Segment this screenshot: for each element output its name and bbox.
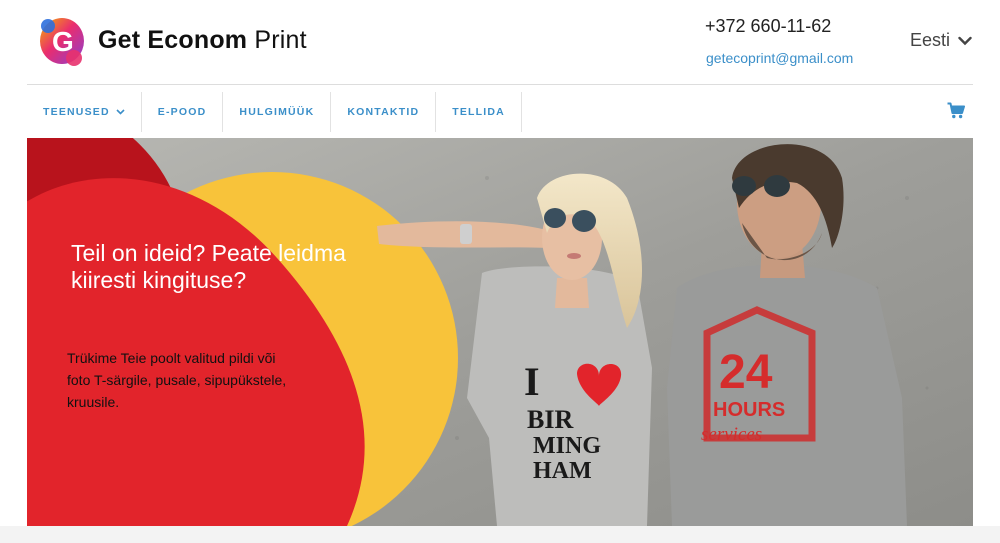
language-selector[interactable]: Eesti [910, 30, 972, 51]
brand-name-bold: Get Econom [98, 25, 248, 54]
nav-item-kontaktid[interactable]: KONTAKTID [331, 92, 437, 132]
nav-item-label: HULGIMÜÜK [239, 106, 315, 118]
main-nav: TEENUSED E-POOD HULGIMÜÜK KONTAKTID TELL… [27, 92, 973, 132]
nav-item-e-pood[interactable]: E-POOD [142, 92, 224, 132]
svg-text:HAM: HAM [533, 458, 592, 484]
language-label: Eesti [910, 30, 951, 50]
chevron-down-icon [958, 36, 972, 45]
hero-description: Trükime Teie poolt valitud pildi või fot… [67, 350, 287, 410]
svg-text:BIR: BIR [527, 405, 573, 434]
nav-item-teenused[interactable]: TEENUSED [27, 92, 142, 132]
nav-item-label: TEENUSED [43, 106, 110, 118]
brand-logo[interactable]: G Get Econom Print [38, 14, 307, 66]
nav-item-label: KONTAKTID [347, 106, 420, 118]
brand-name: Get Econom Print [98, 26, 307, 55]
shopping-cart-icon[interactable] [947, 102, 965, 124]
svg-text:MING: MING [533, 433, 601, 459]
svg-text:I: I [524, 359, 540, 404]
site-header: G Get Econom Print +372 660-11-62 geteco… [0, 0, 1000, 85]
logo-icon: G [38, 14, 86, 66]
logo-letter: G [52, 26, 74, 57]
chevron-down-icon [116, 109, 125, 115]
hero-banner: I BIR MING HAM 24 HOURS services Teil on… [27, 138, 973, 526]
header-divider [27, 84, 973, 85]
nav-item-label: TELLIDA [452, 106, 505, 118]
phone-number[interactable]: +372 660-11-62 [705, 16, 831, 37]
page-bottom-strip [0, 526, 1000, 543]
nav-item-hulgimuuk[interactable]: HULGIMÜÜK [223, 92, 332, 132]
brand-name-light: Print [247, 25, 307, 54]
hero-title: Teil on ideid? Peate leidma kiiresti kin… [71, 240, 346, 293]
svg-text:services: services [701, 424, 762, 445]
hero-image: I BIR MING HAM 24 HOURS services [27, 138, 973, 526]
email-link[interactable]: getecoprint@gmail.com [706, 50, 853, 66]
svg-text:HOURS: HOURS [713, 399, 785, 421]
nav-item-label: E-POOD [157, 106, 207, 118]
svg-text:24: 24 [719, 346, 773, 399]
nav-item-tellida[interactable]: TELLIDA [436, 92, 522, 132]
